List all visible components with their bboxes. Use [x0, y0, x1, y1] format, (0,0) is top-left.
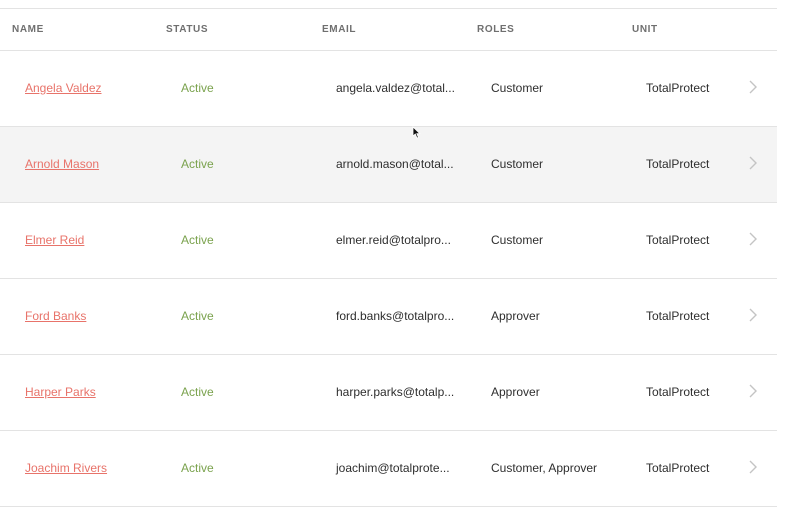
- table-row[interactable]: Arnold Mason Active arnold.mason@total..…: [0, 127, 777, 203]
- table-row[interactable]: Angela Valdez Active angela.valdez@total…: [0, 51, 777, 127]
- chevron-right-icon[interactable]: [748, 308, 758, 322]
- chevron-right-icon[interactable]: [748, 232, 758, 246]
- user-name-link[interactable]: Elmer Reid: [25, 233, 84, 247]
- table-row[interactable]: Ford Banks Active ford.banks@totalpro...…: [0, 279, 777, 355]
- chevron-right-icon[interactable]: [748, 156, 758, 170]
- column-header-roles[interactable]: ROLES: [477, 24, 514, 35]
- roles-text: Approver: [491, 385, 540, 399]
- email-text: angela.valdez@total...: [336, 81, 455, 95]
- roles-text: Customer: [491, 81, 544, 95]
- email-text: ford.banks@totalpro...: [336, 309, 455, 323]
- user-name-link[interactable]: Ford Banks: [25, 309, 86, 323]
- status-text: Active: [181, 309, 214, 323]
- column-header-unit[interactable]: UNIT: [632, 24, 658, 35]
- unit-text: TotalProtect: [646, 157, 710, 171]
- user-name-link[interactable]: Harper Parks: [25, 385, 96, 399]
- chevron-right-icon[interactable]: [748, 384, 758, 398]
- status-text: Active: [181, 81, 214, 95]
- column-header-name[interactable]: NAME: [12, 24, 44, 35]
- table-row[interactable]: Harper Parks Active harper.parks@totalp.…: [0, 355, 777, 431]
- mouse-cursor-icon: [412, 126, 421, 139]
- table-row[interactable]: Joachim Rivers Active joachim@totalprote…: [0, 431, 777, 507]
- email-text: elmer.reid@totalpro...: [336, 233, 451, 247]
- status-text: Active: [181, 233, 214, 247]
- unit-text: TotalProtect: [646, 233, 710, 247]
- user-name-link[interactable]: Arnold Mason: [25, 157, 99, 171]
- roles-text: Customer, Approver: [491, 461, 598, 475]
- user-name-link[interactable]: Joachim Rivers: [25, 461, 107, 475]
- roles-text: Approver: [491, 309, 540, 323]
- email-text: arnold.mason@total...: [336, 157, 454, 171]
- status-text: Active: [181, 157, 214, 171]
- users-table: NAME STATUS EMAIL ROLES UNIT Angela Vald…: [0, 8, 777, 507]
- table-header: NAME STATUS EMAIL ROLES UNIT: [0, 9, 777, 51]
- unit-text: TotalProtect: [646, 81, 710, 95]
- user-name-link[interactable]: Angela Valdez: [25, 81, 102, 95]
- table-row[interactable]: Elmer Reid Active elmer.reid@totalpro...…: [0, 203, 777, 279]
- chevron-right-icon[interactable]: [748, 460, 758, 474]
- column-header-email[interactable]: EMAIL: [322, 24, 356, 35]
- roles-text: Customer: [491, 157, 544, 171]
- unit-text: TotalProtect: [646, 385, 710, 399]
- unit-text: TotalProtect: [646, 461, 710, 475]
- status-text: Active: [181, 461, 214, 475]
- roles-text: Customer: [491, 233, 544, 247]
- status-text: Active: [181, 385, 214, 399]
- unit-text: TotalProtect: [646, 309, 710, 323]
- email-text: harper.parks@totalp...: [336, 385, 455, 399]
- chevron-right-icon[interactable]: [748, 80, 758, 94]
- email-text: joachim@totalprote...: [336, 461, 450, 475]
- column-header-status[interactable]: STATUS: [166, 24, 208, 35]
